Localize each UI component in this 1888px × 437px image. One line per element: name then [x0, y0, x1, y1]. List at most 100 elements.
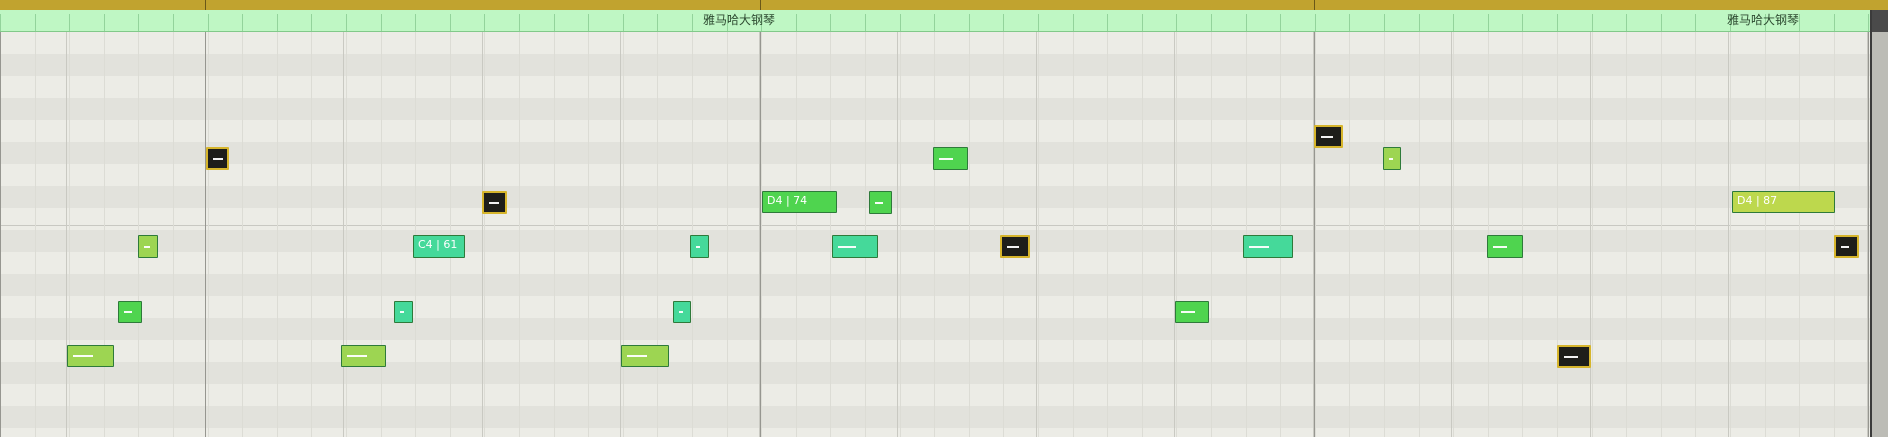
clip-header[interactable]: 雅马哈大钢琴 雅马哈大钢琴 — [0, 10, 1870, 32]
velocity-bar — [400, 311, 404, 313]
midi-note[interactable] — [621, 345, 669, 367]
clip-header-tick — [623, 14, 624, 31]
grid-line — [242, 32, 243, 437]
bar-tick — [205, 0, 206, 10]
midi-note[interactable] — [1487, 235, 1523, 258]
midi-note-selected[interactable] — [1557, 345, 1591, 368]
grid-line — [277, 32, 278, 437]
midi-note[interactable] — [138, 235, 158, 258]
midi-note[interactable] — [118, 301, 142, 323]
clip-header-tick — [1349, 14, 1350, 31]
clip-header-tick — [415, 14, 416, 31]
grid-line — [1626, 32, 1627, 437]
midi-note[interactable] — [1175, 301, 1209, 323]
clip-header-tick — [1211, 14, 1212, 31]
velocity-bar — [124, 311, 132, 313]
beat-line — [1728, 32, 1729, 437]
clip-header-tick — [381, 14, 382, 31]
clip-header-tick — [796, 14, 797, 31]
midi-note[interactable] — [1383, 147, 1401, 170]
grid-line — [1799, 32, 1800, 437]
grid-line — [1730, 32, 1731, 437]
midi-note[interactable] — [341, 345, 386, 367]
grid-line — [1661, 32, 1662, 437]
velocity-bar — [1181, 311, 1195, 313]
grid-line — [588, 32, 589, 437]
midi-note-selected[interactable] — [1314, 125, 1343, 148]
clip-header-tick — [1661, 14, 1662, 31]
midi-note[interactable]: D4 | 74 — [762, 191, 837, 213]
clip-header-tick — [1868, 14, 1869, 31]
scroll-panel[interactable] — [1870, 10, 1888, 437]
grid-line — [1384, 32, 1385, 437]
beat-line — [343, 32, 344, 437]
grid-line — [657, 32, 658, 437]
clip-header-tick — [657, 14, 658, 31]
clip-header-tick — [554, 14, 555, 31]
clip-header-tick — [1280, 14, 1281, 31]
grid-line — [35, 32, 36, 437]
clip-header-tick — [1453, 14, 1454, 31]
bar-line — [0, 32, 1, 437]
midi-note[interactable] — [933, 147, 968, 170]
grid-line — [969, 32, 970, 437]
midi-note[interactable] — [67, 345, 114, 367]
beat-line — [66, 32, 67, 437]
bar-tick — [1314, 0, 1315, 10]
beat-line — [1451, 32, 1452, 437]
midi-note-selected[interactable] — [1000, 235, 1030, 258]
grid-line — [519, 32, 520, 437]
clip-header-tick — [1384, 14, 1385, 31]
clip-header-tick — [1073, 14, 1074, 31]
velocity-bar — [1841, 245, 1849, 248]
velocity-bar — [627, 355, 647, 357]
midi-note[interactable]: D4 | 87 — [1732, 191, 1835, 213]
midi-note-selected[interactable] — [1834, 235, 1859, 258]
velocity-bar — [1007, 245, 1019, 248]
midi-note-selected[interactable] — [206, 147, 229, 170]
scroll-panel-header — [1872, 10, 1888, 32]
velocity-bar — [696, 245, 700, 248]
grid-line — [1107, 32, 1108, 437]
clip-header-tick — [519, 14, 520, 31]
bar-line — [1868, 32, 1869, 437]
grid-line — [1453, 32, 1454, 437]
midi-note-selected[interactable] — [482, 191, 507, 214]
grid-line — [554, 32, 555, 437]
clip-header-tick — [934, 14, 935, 31]
clip-header-tick — [1626, 14, 1627, 31]
grid-line — [484, 32, 485, 437]
clip-header-tick — [104, 14, 105, 31]
midi-note[interactable] — [1243, 235, 1293, 258]
clip-name-label: 雅马哈大钢琴 — [703, 13, 776, 27]
grid-line — [208, 32, 209, 437]
midi-note[interactable] — [673, 301, 691, 323]
clip-header-tick — [1176, 14, 1177, 31]
grid-line — [1073, 32, 1074, 437]
midi-note[interactable] — [394, 301, 413, 323]
beat-line — [482, 32, 483, 437]
clip-header-tick — [969, 14, 970, 31]
grid-line — [69, 32, 70, 437]
clip-header-tick — [208, 14, 209, 31]
grid-line — [1695, 32, 1696, 437]
clip-header-tick — [1003, 14, 1004, 31]
grid-line — [1349, 32, 1350, 437]
beat-line — [1174, 32, 1175, 437]
grid-line — [1592, 32, 1593, 437]
velocity-bar — [489, 201, 499, 204]
clip-header-tick — [0, 14, 1, 31]
clip-header-tick — [1142, 14, 1143, 31]
piano-roll-grid[interactable] — [0, 32, 1870, 437]
velocity-bar — [213, 157, 223, 160]
midi-note[interactable] — [690, 235, 709, 258]
clip-header-tick — [35, 14, 36, 31]
clip-header-tick — [1834, 14, 1835, 31]
grid-line — [104, 32, 105, 437]
clip-header-tick — [588, 14, 589, 31]
midi-note[interactable] — [832, 235, 878, 258]
midi-note[interactable]: C4 | 61 — [413, 235, 465, 258]
bar-line — [205, 32, 206, 437]
velocity-bar — [1321, 135, 1333, 138]
midi-note[interactable] — [869, 191, 892, 214]
